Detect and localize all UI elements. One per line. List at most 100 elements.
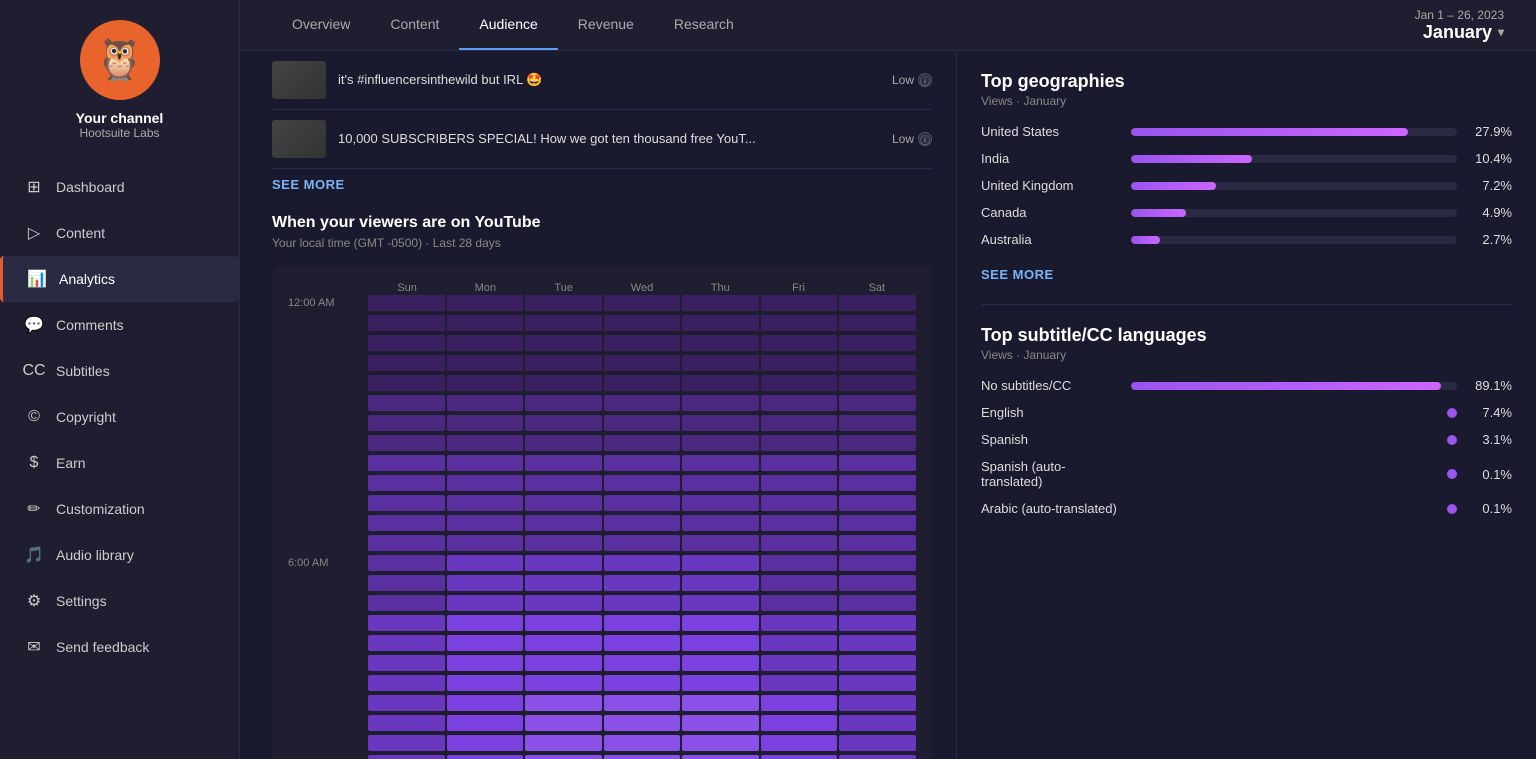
customization-icon: ✏ <box>24 499 44 519</box>
heat-cell <box>525 535 602 551</box>
badge-icon: ⓘ <box>918 132 932 146</box>
heat-cell <box>839 415 916 431</box>
heat-cells <box>368 475 916 491</box>
heatmap-subtitle: Your local time (GMT -0500) · Last 28 da… <box>272 236 932 250</box>
tab-overview[interactable]: Overview <box>272 0 370 50</box>
channel-name: Your channel <box>76 110 164 126</box>
heat-cell <box>761 335 838 351</box>
content-area: it's #influencersinthewild but IRL 🤩 Low… <box>240 51 1536 759</box>
heat-cell <box>525 415 602 431</box>
time-label: 6:00 AM <box>288 557 368 569</box>
heat-cell <box>447 335 524 351</box>
heatmap-row <box>288 414 916 432</box>
geo-bar-row: United States 27.9% <box>981 124 1512 139</box>
lang-label: Spanish <box>981 432 1121 447</box>
geo-country-label: United States <box>981 124 1121 139</box>
heat-cells <box>368 635 916 651</box>
heat-cell <box>447 415 524 431</box>
heat-cell <box>447 355 524 371</box>
lang-pct: 7.4% <box>1467 405 1512 420</box>
lang-pct: 0.1% <box>1467 501 1512 516</box>
heat-cell <box>447 555 524 571</box>
heat-cell <box>761 375 838 391</box>
heat-cell <box>682 435 759 451</box>
heat-cells <box>368 355 916 371</box>
date-picker[interactable]: Jan 1 – 26, 2023 January ▾ <box>1415 8 1504 43</box>
geo-bar-row: India 10.4% <box>981 151 1512 166</box>
heat-cell <box>839 455 916 471</box>
heat-cells <box>368 415 916 431</box>
heat-cell <box>682 735 759 751</box>
heatmap-row <box>288 314 916 332</box>
heat-cell <box>447 735 524 751</box>
heat-cell <box>682 455 759 471</box>
sidebar-item-customization[interactable]: ✏ Customization <box>0 486 239 532</box>
sidebar-item-copyright[interactable]: © Copyright <box>0 394 239 440</box>
tab-nav: OverviewContentAudienceRevenueResearch <box>272 0 754 50</box>
heat-cell <box>447 495 524 511</box>
heat-cell <box>525 375 602 391</box>
heat-cells <box>368 375 916 391</box>
heat-cell <box>368 595 445 611</box>
heatmap-row <box>288 354 916 372</box>
heat-cell <box>839 635 916 651</box>
sidebar-item-dashboard[interactable]: ⊞ Dashboard <box>0 164 239 210</box>
geo-country-label: India <box>981 151 1121 166</box>
sidebar-item-settings[interactable]: ⚙ Settings <box>0 578 239 624</box>
day-label: Mon <box>446 282 524 294</box>
heat-cell <box>368 335 445 351</box>
heat-cell <box>839 615 916 631</box>
send-feedback-icon: ✉ <box>24 637 44 657</box>
heat-cell <box>839 435 916 451</box>
sidebar-item-analytics[interactable]: 📊 Analytics <box>0 256 239 302</box>
tab-audience[interactable]: Audience <box>459 0 557 50</box>
heat-cell <box>604 575 681 591</box>
heat-cell <box>604 335 681 351</box>
sidebar-item-label: Send feedback <box>56 639 149 655</box>
heatmap-row <box>288 474 916 492</box>
heat-cell <box>525 515 602 531</box>
heat-cell <box>761 715 838 731</box>
sidebar-item-earn[interactable]: $ Earn <box>0 440 239 486</box>
geo-pct: 7.2% <box>1467 178 1512 193</box>
heat-cell <box>368 295 445 311</box>
video-thumbnail <box>272 120 326 158</box>
heat-cell <box>368 455 445 471</box>
geo-see-more[interactable]: SEE MORE <box>981 259 1054 282</box>
lang-title: Top subtitle/CC languages <box>981 325 1512 346</box>
heat-cell <box>839 715 916 731</box>
lang-pct: 0.1% <box>1467 467 1512 482</box>
video-badge: Low ⓘ <box>892 132 932 146</box>
heat-cell <box>525 615 602 631</box>
geo-bar-track <box>1131 209 1457 217</box>
heat-cell <box>604 435 681 451</box>
sidebar-item-comments[interactable]: 💬 Comments <box>0 302 239 348</box>
heat-cells <box>368 435 916 451</box>
lang-label: English <box>981 405 1121 420</box>
heatmap-row <box>288 634 916 652</box>
sidebar-item-audio-library[interactable]: 🎵 Audio library <box>0 532 239 578</box>
heatmap-row <box>288 394 916 412</box>
heat-cell <box>525 495 602 511</box>
tab-revenue[interactable]: Revenue <box>558 0 654 50</box>
heat-cells <box>368 735 916 751</box>
sidebar-item-content[interactable]: ▷ Content <box>0 210 239 256</box>
heat-cells <box>368 675 916 691</box>
earn-icon: $ <box>24 453 44 473</box>
sidebar-item-subtitles[interactable]: CC Subtitles <box>0 348 239 394</box>
tab-content[interactable]: Content <box>370 0 459 50</box>
comments-icon: 💬 <box>24 315 44 335</box>
videos-see-more[interactable]: SEE MORE <box>272 169 345 192</box>
tab-research[interactable]: Research <box>654 0 754 50</box>
day-label: Thu <box>681 282 759 294</box>
sidebar-item-send-feedback[interactable]: ✉ Send feedback <box>0 624 239 670</box>
sidebar-item-label: Copyright <box>56 409 116 425</box>
heat-cell <box>447 455 524 471</box>
heat-cell <box>761 315 838 331</box>
heatmap-row <box>288 454 916 472</box>
heat-cell <box>447 755 524 759</box>
heat-cell <box>368 495 445 511</box>
heat-cell <box>368 575 445 591</box>
geo-bar-fill <box>1131 236 1160 244</box>
heatmap-row <box>288 534 916 552</box>
